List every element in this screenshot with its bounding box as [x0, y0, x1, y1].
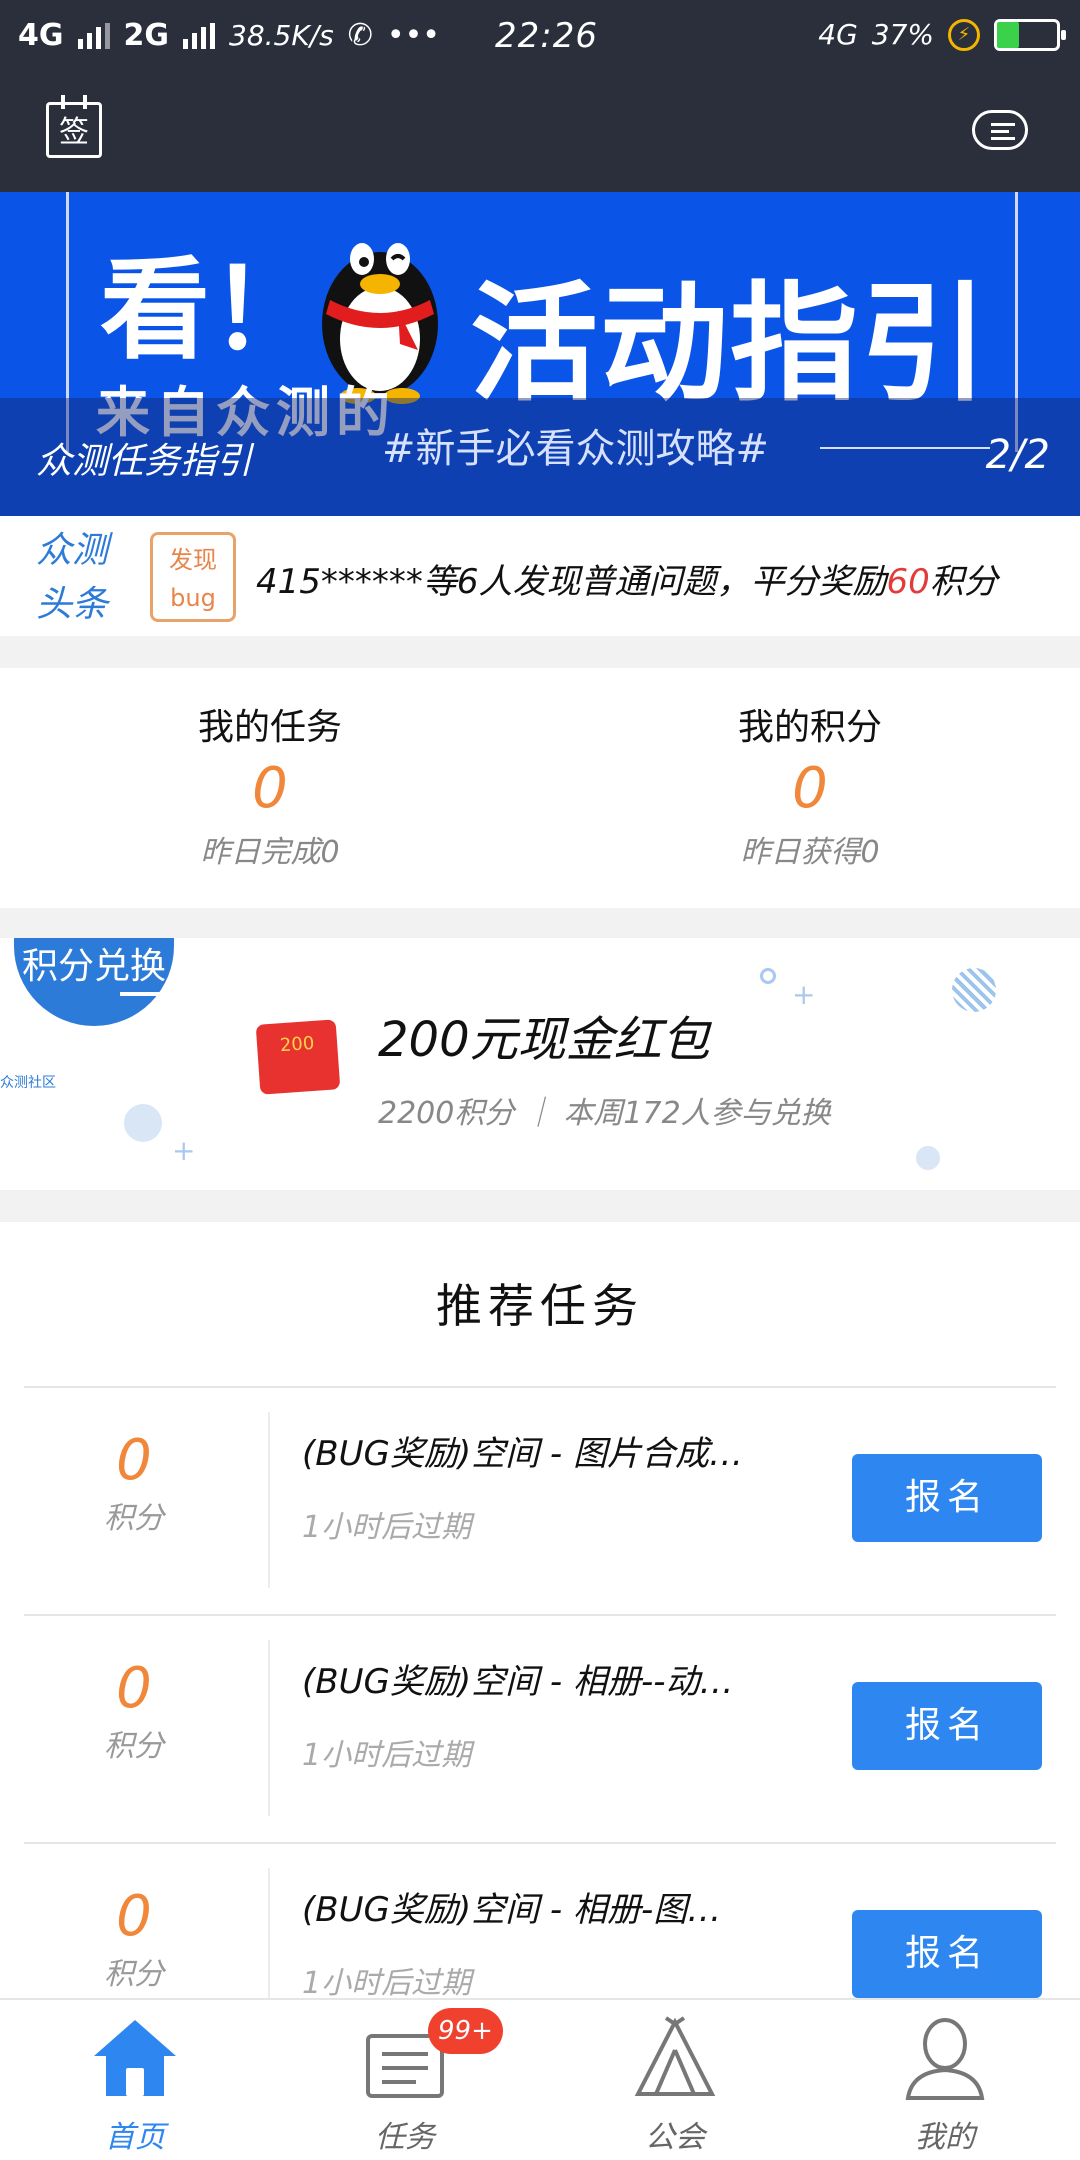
signup-button[interactable]: 报名: [852, 1454, 1042, 1542]
recommended-tasks: 推荐任务 0 积分 (BUG奖励)空间 - 图片合成… 1小时后过期 报名 0 …: [0, 1222, 1080, 1998]
task-points: 0 积分: [24, 1884, 244, 1993]
banner-divider: [820, 447, 990, 449]
activity-banner[interactable]: 看！ 活动指引 来自众测的 众测任务指引 #新手必看众测攻略# 2/2: [0, 192, 1080, 516]
task-points-unit: 积分: [104, 1957, 164, 1992]
my-tasks-label: 我的任务: [197, 707, 342, 748]
person-icon: [905, 2018, 985, 2100]
signal-2-icon: [183, 22, 215, 49]
banner-caption: 众测任务指引: [36, 441, 253, 482]
network-1-label: 4G: [18, 18, 64, 53]
task-title: (BUG奖励)空间 - 相册-图…: [302, 1890, 722, 1930]
banner-pager: 2/2: [985, 432, 1050, 478]
task-points-value: 0: [116, 1884, 152, 1949]
points-exchange-tag: 积分兑换: [14, 938, 174, 1026]
news-highlight: 60: [886, 562, 930, 602]
network-right-label: 4G: [818, 18, 858, 51]
top-bar: 4G 2G 38.5K/s ✆ ••• 22:26 4G 37% ⚡ 签: [0, 0, 1080, 192]
my-tasks-stat[interactable]: 我的任务 0 昨日完成0: [120, 698, 420, 871]
home-icon: [94, 2020, 176, 2096]
my-points-label: 我的积分: [737, 707, 882, 748]
decor-stripe-circle: [952, 968, 996, 1012]
task-expiry: 1小时后过期: [302, 1966, 472, 1998]
network-2-label: 2G: [123, 18, 170, 53]
banner-tagline: #新手必看众测攻略#: [382, 426, 770, 472]
task-points-value: 0: [116, 1656, 152, 1721]
nav-tasks[interactable]: 99+ 任务: [270, 2000, 540, 2160]
message-icon[interactable]: [972, 110, 1028, 150]
decor-plus-icon: +: [172, 1134, 196, 1167]
divider: [268, 1868, 270, 1998]
bug-found-badge: 发现 bug: [150, 532, 236, 622]
decor-dot: [124, 1104, 162, 1142]
signup-button[interactable]: 报名: [852, 1682, 1042, 1770]
red-packet-icon: 200: [255, 1019, 341, 1095]
my-points-yesterday: 昨日获得0: [740, 835, 880, 870]
task-points-unit: 积分: [104, 1501, 164, 1536]
headline-brand-line2: 头条: [36, 584, 109, 625]
headline-brand: 众测 头条: [36, 524, 126, 632]
decor-plus-icon: +: [792, 978, 816, 1011]
nav-me-label: 我的: [915, 2120, 975, 2155]
news-suffix: 积分: [929, 562, 998, 602]
exchange-prize-meta: 2200积分 ｜ 本周172人参与兑换: [378, 1096, 831, 1131]
task-points-unit: 积分: [104, 1729, 164, 1764]
signal-1-icon: [77, 22, 110, 49]
bottom-navigation: 首页 99+ 任务 公会 我的: [0, 1998, 1080, 2160]
tent-icon: [634, 2016, 716, 2096]
task-title: (BUG奖励)空间 - 相册--动…: [302, 1662, 734, 1702]
my-points-value: 0: [792, 756, 828, 821]
headline-news-text: 415******等6人发现普通问题，平分奖励60积分: [256, 554, 998, 603]
exchange-prize-title: 200元现金红包: [378, 1012, 710, 1068]
charging-icon: ⚡: [948, 18, 980, 51]
my-stats-panel: 我的任务 0 昨日完成0 我的积分 0 昨日获得0: [0, 668, 1080, 908]
divider: [268, 1640, 270, 1816]
task-points-value: 0: [116, 1428, 152, 1493]
nav-guild-label: 公会: [645, 2120, 705, 2155]
task-points: 0 积分: [24, 1428, 244, 1537]
banner-see-text: 看！: [100, 246, 320, 374]
red-packet-amount: 200: [279, 1032, 315, 1057]
network-speed: 38.5K/s: [229, 19, 334, 52]
points-exchange-card[interactable]: 积分兑换 众测社区 + + 200 200元现金红包 2200积分 ｜ 本周17…: [0, 938, 1080, 1190]
my-points-stat[interactable]: 我的积分 0 昨日获得0: [660, 698, 960, 871]
task-row[interactable]: 0 积分 (BUG奖励)空间 - 相册--动… 1小时后过期 报名: [24, 1616, 1056, 1842]
nav-guild[interactable]: 公会: [540, 2000, 810, 2160]
more-dots-icon: •••: [386, 18, 440, 53]
my-tasks-yesterday: 昨日完成0: [200, 835, 340, 870]
tag-underline: [120, 992, 168, 996]
nav-tasks-label: 任务: [375, 2120, 435, 2155]
status-bar: 4G 2G 38.5K/s ✆ ••• 22:26 4G 37% ⚡: [0, 0, 1080, 72]
task-expiry: 1小时后过期: [302, 1510, 472, 1545]
sign-in-icon-text: 签: [59, 115, 89, 150]
battery-percent: 37%: [871, 18, 934, 51]
nav-home[interactable]: 首页: [0, 2000, 270, 2160]
battery-fill: [997, 21, 1020, 48]
divider: [268, 1412, 270, 1588]
recommended-tasks-heading: 推荐任务: [436, 1279, 644, 1333]
task-expiry: 1小时后过期: [302, 1738, 472, 1773]
signup-button[interactable]: 报名: [852, 1910, 1042, 1998]
clock: 22:26: [495, 16, 598, 56]
my-tasks-value: 0: [252, 756, 288, 821]
task-title: (BUG奖励)空间 - 图片合成…: [302, 1434, 743, 1474]
bug-badge-line2: bug: [170, 584, 216, 612]
news-prefix: 415******等6人发现普通问题，平分奖励: [256, 562, 887, 602]
news-headline-bar[interactable]: 众测 头条 发现 bug 415******等6人发现普通问题，平分奖励60积分: [0, 516, 1080, 636]
tasks-badge: 99+: [428, 2008, 503, 2054]
battery-icon: [994, 18, 1066, 51]
headline-brand-line1: 众测: [36, 530, 109, 571]
decor-ring: [760, 968, 776, 984]
bug-badge-line1: 发现: [169, 546, 217, 574]
task-row[interactable]: 0 积分 (BUG奖励)空间 - 相册-图… 1小时后过期 报名: [24, 1844, 1056, 1998]
sign-in-icon[interactable]: 签: [46, 95, 102, 158]
nav-me[interactable]: 我的: [810, 2000, 1080, 2160]
community-mini-label: 众测社区: [0, 1075, 56, 1091]
task-points: 0 积分: [24, 1656, 244, 1765]
decor-dot: [916, 1146, 940, 1170]
wechat-icon: ✆: [347, 18, 373, 53]
task-row[interactable]: 0 积分 (BUG奖励)空间 - 图片合成… 1小时后过期 报名: [24, 1388, 1056, 1614]
nav-home-label: 首页: [105, 2120, 165, 2155]
